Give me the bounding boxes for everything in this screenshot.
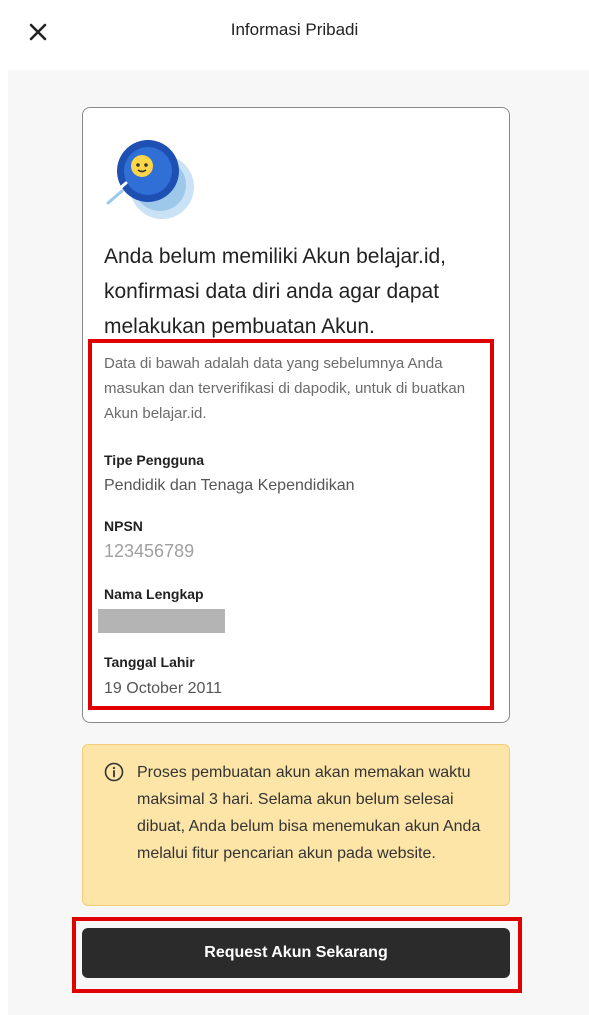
- info-icon: [104, 762, 124, 782]
- field-value-npsn: 123456789: [104, 541, 195, 561]
- field-value-tipe-pengguna: Pendidik dan Tenaga Kependidikan: [104, 477, 355, 494]
- card-description: Data di bawah adalah data yang sebelumny…: [104, 355, 466, 422]
- field-label-nama-lengkap: Nama Lengkap: [104, 586, 204, 602]
- redacted-name-value: [98, 609, 225, 633]
- field-label-tanggal-lahir: Tanggal Lahir: [104, 654, 195, 670]
- field-label-tipe-pengguna: Tipe Pengguna: [104, 452, 205, 468]
- avatar-coin-icon: [106, 140, 194, 219]
- notice-text: Proses pembuatan akun akan memakan waktu…: [137, 764, 481, 862]
- field-value-tanggal-lahir: 19 October 2011: [104, 680, 223, 697]
- page-title: Informasi Pribadi: [230, 20, 359, 39]
- request-account-button[interactable]: Request Akun Sekarang: [82, 928, 510, 978]
- field-label-npsn: NPSN: [104, 518, 143, 534]
- app-header: Informasi Pribadi: [0, 0, 589, 64]
- card-headline: Anda belum memiliki Akun belajar.id, kon…: [104, 245, 447, 338]
